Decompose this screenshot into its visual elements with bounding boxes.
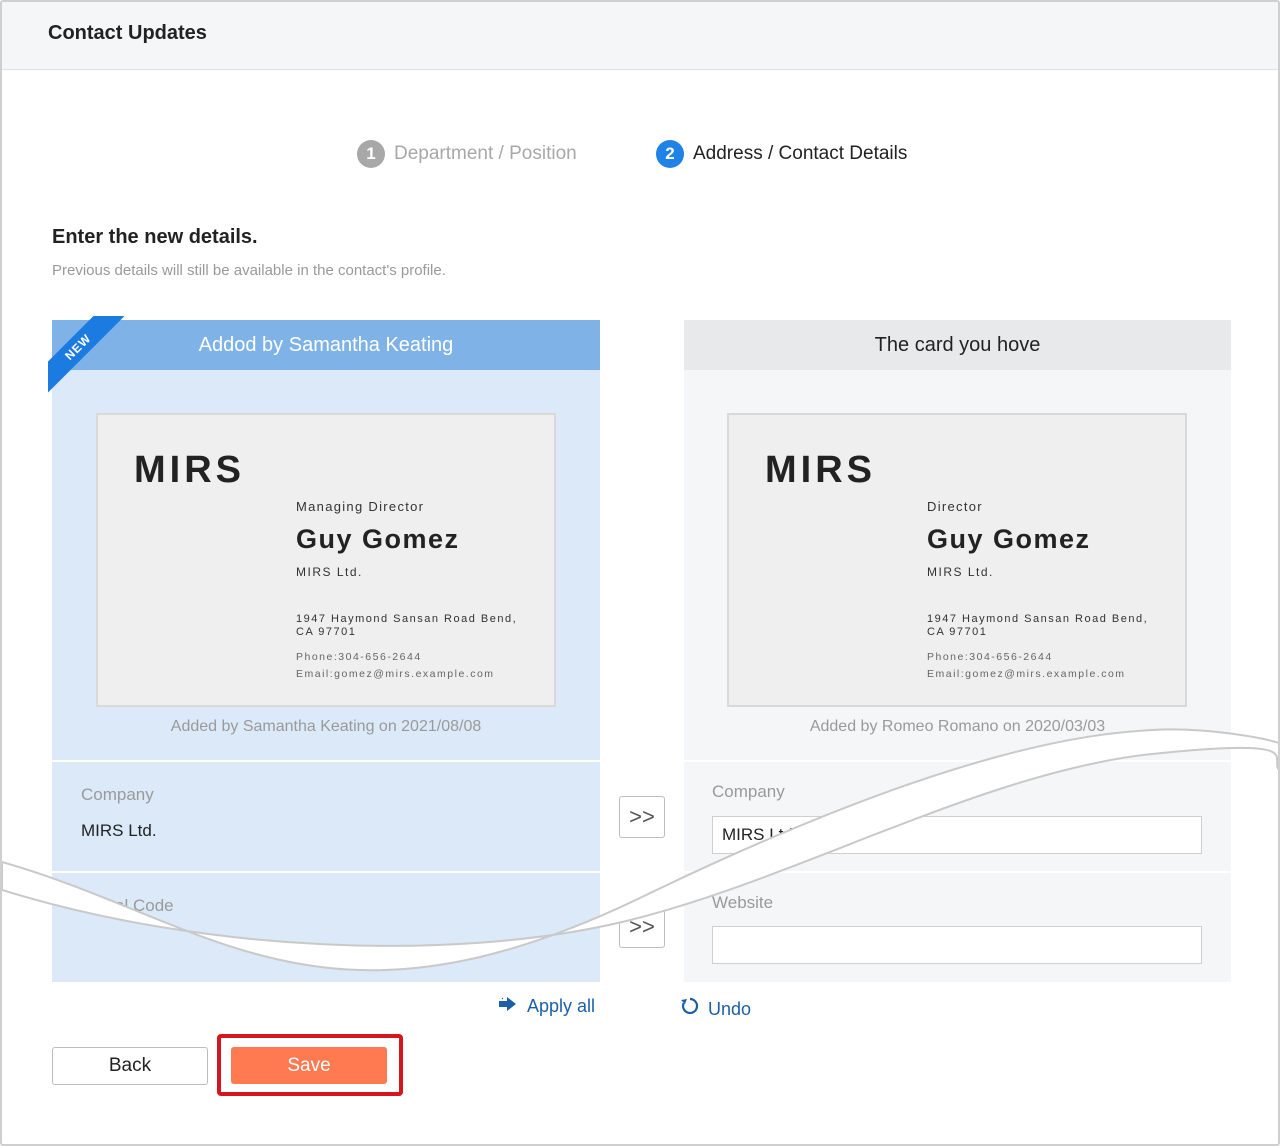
card-name: Guy Gomez [927, 524, 1091, 554]
card-title: Director [927, 499, 983, 514]
current-card-header: The card you hove [684, 320, 1231, 370]
card-email: Email:gomez@mirs.example.com [927, 668, 1126, 680]
window: Contact Updates 1 Department / Position … [0, 0, 1280, 1146]
row-divider [684, 871, 1231, 873]
save-button[interactable]: Save [231, 1047, 387, 1084]
company-input[interactable] [712, 816, 1202, 854]
card-phone: Phone:304-656-2644 [296, 651, 422, 663]
step-2-label: Address / Contact Details [693, 143, 908, 164]
added-note: Added by Romeo Romano on 2020/03/03 [809, 718, 1106, 735]
arrow-right-icon [499, 996, 519, 1017]
double-chevron-right-icon: >> [629, 804, 655, 829]
double-chevron-right-icon: >> [629, 914, 655, 939]
section-subtext: Previous details will still be available… [52, 262, 446, 279]
new-badge: NEW [48, 316, 128, 396]
card-name: Guy Gomez [296, 524, 460, 554]
stepper: 1 Department / Position 2 Address / Cont… [2, 140, 1278, 170]
card-address-line2: CA 97701 [296, 626, 357, 638]
copy-company-button[interactable]: >> [619, 796, 665, 838]
current-card-panel: The card you hove MIRS Director Guy Gome… [684, 320, 1231, 982]
company-label: Company [712, 782, 785, 801]
postal-code-label: Postal Code [81, 896, 174, 915]
step-1-label: Department / Position [394, 143, 577, 164]
new-card-panel: Addod by Samantha Keating MIRS Managing … [52, 320, 600, 982]
website-input[interactable] [712, 926, 1202, 964]
row-divider [684, 760, 1231, 762]
business-card-image: MIRS Director Guy Gomez MIRS Ltd. 1947 H… [727, 413, 1187, 707]
undo-link[interactable]: Undo [680, 996, 751, 1022]
undo-label: Undo [708, 998, 752, 1019]
added-note: Added by Samantha Keating on 2021/08/08 [170, 718, 482, 735]
card-address-line1: 1947 Haymond Sansan Road Bend, [927, 613, 1149, 625]
card-company: MIRS Ltd. [296, 565, 363, 579]
row-divider [52, 871, 600, 873]
card-address-line1: 1947 Haymond Sansan Road Bend, [296, 613, 518, 625]
new-badge-label: NEW [48, 316, 128, 396]
website-label: Website [712, 893, 774, 912]
card-email: Email:gomez@mirs.example.com [296, 668, 495, 680]
apply-all-label: Apply all [527, 996, 596, 1016]
company-label: Company [81, 785, 154, 804]
company-value: MIRS Ltd. [81, 821, 157, 840]
back-button[interactable]: Back [52, 1047, 208, 1085]
card-phone: Phone:304-656-2644 [927, 651, 1053, 663]
row-divider [52, 760, 600, 762]
step-2-number: 2 [656, 140, 684, 168]
step-1-number: 1 [357, 140, 385, 168]
step-2: 2 Address / Contact Details [656, 140, 907, 168]
section-heading: Enter the new details. [52, 226, 258, 248]
card-company: MIRS Ltd. [927, 565, 994, 579]
undo-icon [680, 996, 700, 1022]
business-card-image: MIRS Managing Director Guy Gomez MIRS Lt… [96, 413, 556, 707]
page-title: Contact Updates [48, 22, 207, 44]
card-logo: MIRS [134, 449, 245, 491]
copy-postal-code-button[interactable]: >> [619, 906, 665, 948]
card-logo: MIRS [765, 449, 876, 491]
apply-all-link[interactable]: Apply all [499, 996, 595, 1017]
card-title: Managing Director [296, 499, 425, 514]
new-card-header: Addod by Samantha Keating [52, 320, 600, 370]
card-address-line2: CA 97701 [927, 626, 988, 638]
page-header: Contact Updates [2, 2, 1278, 70]
step-1[interactable]: 1 Department / Position [357, 140, 577, 168]
